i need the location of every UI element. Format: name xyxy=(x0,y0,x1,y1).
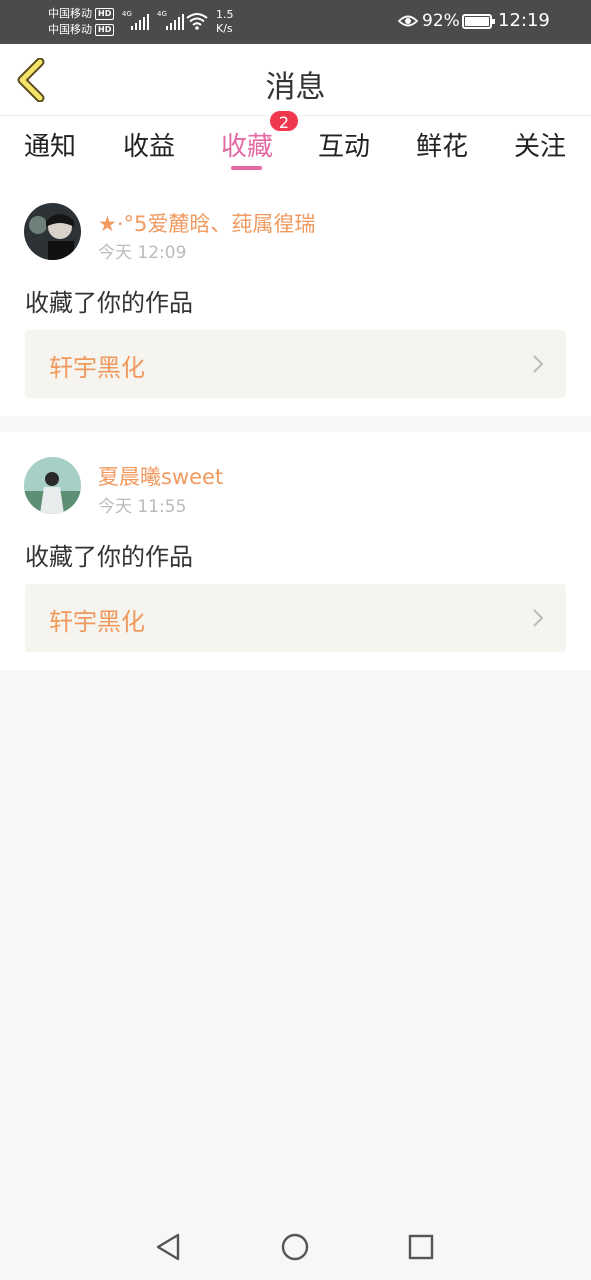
chevron-right-icon xyxy=(533,609,544,627)
chevron-right-icon xyxy=(533,355,544,373)
carrier-2: 中国移动 xyxy=(48,23,92,36)
message-card[interactable]: 夏晨曦sweet 今天 11:55 收藏了你的作品 轩宇黑化 xyxy=(0,432,591,670)
page-title: 消息 xyxy=(265,70,326,105)
message-card[interactable]: ★·°5爱麓晗、莼属徨瑞 今天 12:09 收藏了你的作品 轩宇黑化 xyxy=(0,186,591,416)
active-tab-indicator xyxy=(231,166,262,170)
avatar[interactable] xyxy=(24,203,81,260)
tab-flowers[interactable]: 鲜花 xyxy=(416,126,468,163)
battery-percent: 92% xyxy=(422,11,460,31)
recents-square-icon[interactable] xyxy=(407,1232,435,1262)
back-triangle-icon[interactable] xyxy=(154,1232,182,1262)
carrier-1: 中国移动 xyxy=(48,7,92,20)
action-text: 收藏了你的作品 xyxy=(25,543,193,571)
tab-earnings[interactable]: 收益 xyxy=(123,126,175,163)
message-time: 今天 12:09 xyxy=(98,243,187,263)
carrier-info: 中国移动 HD 中国移动 HD xyxy=(48,6,115,38)
tab-favorites[interactable]: 收藏 xyxy=(221,126,273,163)
action-text: 收藏了你的作品 xyxy=(25,289,193,317)
tab-follows[interactable]: 关注 xyxy=(514,126,566,163)
signal-icon: 4G xyxy=(157,10,184,30)
status-bar: 中国移动 HD 中国移动 HD 4G 4G 1.5 K/s 92% 12:19 xyxy=(0,0,591,44)
unread-badge: 2 xyxy=(268,109,300,133)
home-circle-icon[interactable] xyxy=(281,1232,309,1262)
work-link[interactable]: 轩宇黑化 xyxy=(25,330,566,398)
battery-icon xyxy=(462,14,495,29)
header: 消息 xyxy=(0,44,591,116)
work-title: 轩宇黑化 xyxy=(49,608,145,636)
system-nav-bar xyxy=(0,1214,591,1280)
hd-icon: HD xyxy=(95,24,115,36)
message-time: 今天 11:55 xyxy=(98,497,187,517)
work-title: 轩宇黑化 xyxy=(49,354,145,382)
tab-notifications[interactable]: 通知 xyxy=(24,126,76,163)
username[interactable]: ★·°5爱麓晗、莼属徨瑞 xyxy=(98,208,315,238)
work-link[interactable]: 轩宇黑化 xyxy=(25,584,566,652)
hd-icon: HD xyxy=(95,8,115,20)
eye-comfort-icon xyxy=(398,15,418,27)
signal-icon: 4G xyxy=(122,10,149,30)
username[interactable]: 夏晨曦sweet xyxy=(98,461,223,491)
avatar[interactable] xyxy=(24,457,81,514)
tab-interactions[interactable]: 互动 xyxy=(318,126,370,163)
clock: 12:19 xyxy=(498,10,550,31)
wifi-icon xyxy=(186,13,208,30)
network-speed: 1.5 K/s xyxy=(216,8,234,35)
